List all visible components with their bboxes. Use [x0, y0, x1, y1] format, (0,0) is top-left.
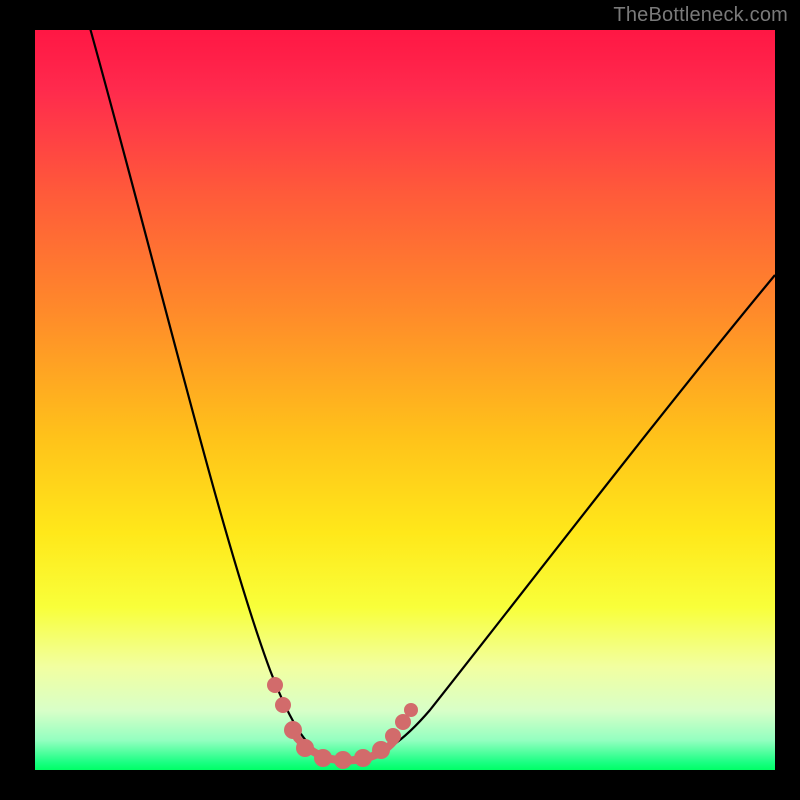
highlight-marker [296, 739, 314, 757]
right-curve [365, 275, 775, 757]
highlight-marker [404, 703, 418, 717]
highlight-marker [267, 677, 283, 693]
chart-frame: TheBottleneck.com [0, 0, 800, 800]
highlight-markers [267, 677, 418, 769]
highlight-marker [275, 697, 291, 713]
watermark-text: TheBottleneck.com [613, 4, 788, 27]
curve-overlay [35, 30, 775, 770]
highlight-marker [314, 749, 332, 767]
highlight-marker [334, 751, 352, 769]
highlight-marker [284, 721, 302, 739]
left-curve [85, 10, 325, 756]
highlight-marker [385, 728, 401, 744]
plot-area [35, 30, 775, 770]
highlight-marker [354, 749, 372, 767]
highlight-marker [372, 741, 390, 759]
